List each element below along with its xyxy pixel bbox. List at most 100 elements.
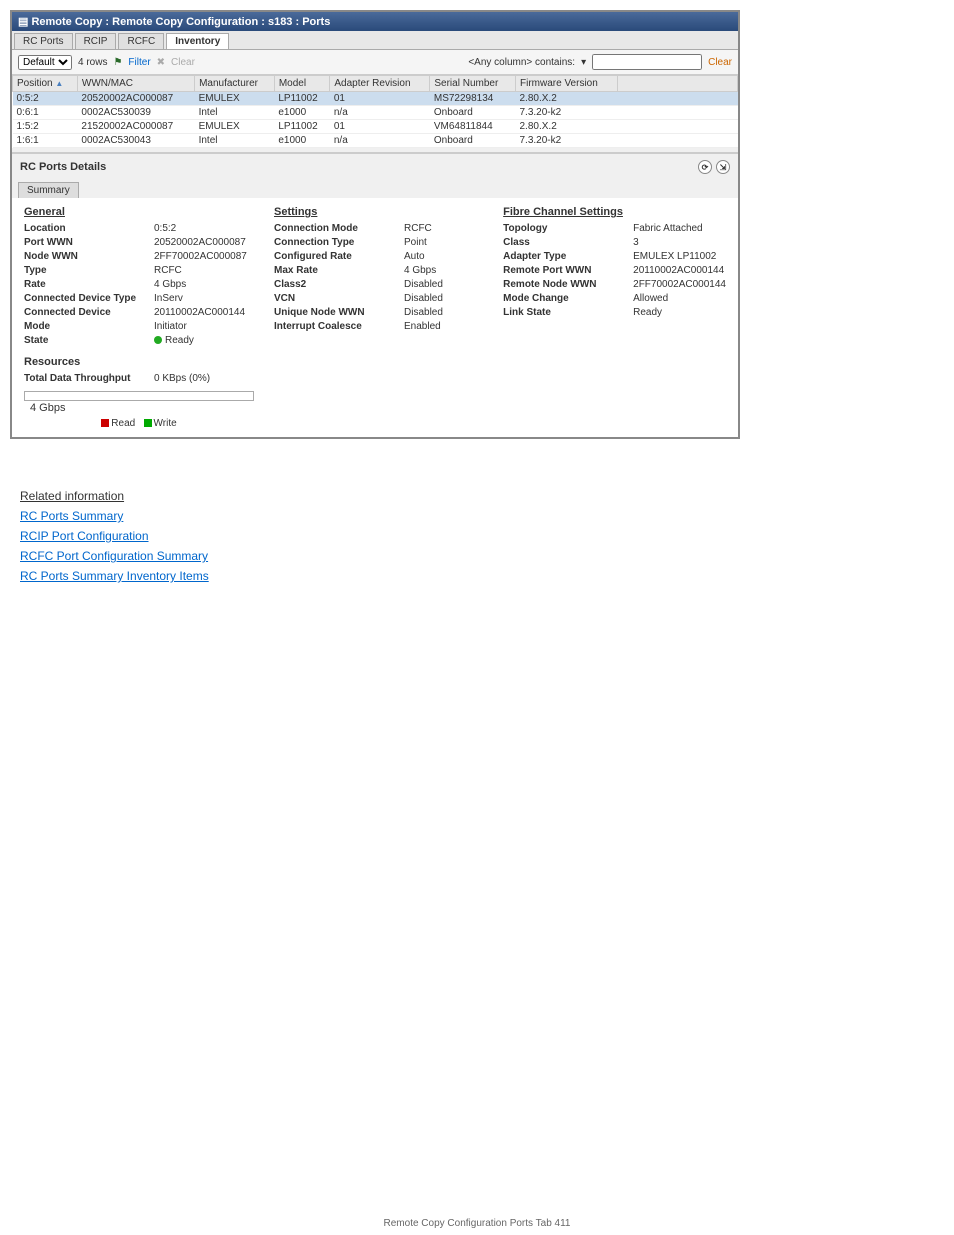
view-select[interactable]: Default <box>18 55 72 70</box>
kv-key: Connection Type <box>274 236 404 250</box>
throughput-value: 0 KBps (0%) <box>154 372 254 386</box>
kv-key: Topology <box>503 222 633 236</box>
col-manufacturer[interactable]: Manufacturer <box>195 76 275 92</box>
subtab-summary[interactable]: Summary <box>18 182 79 198</box>
tab-rcfc[interactable]: RCFC <box>118 33 164 49</box>
rowcount: 4 rows <box>78 57 107 68</box>
footer-text: Remote Copy Configuration Ports Tab 411 <box>384 1218 571 1229</box>
legend-write: Write <box>154 418 177 429</box>
cell: 0:5:2 <box>13 92 78 106</box>
kv-val: 2FF70002AC000144 <box>633 278 726 292</box>
clear-icon: ✖ <box>157 57 165 68</box>
col-general: General Location0:5:2Port WWN20520002AC0… <box>24 206 254 429</box>
table-row[interactable]: 0:6:10002AC530039Intele1000n/aOnboard7.3… <box>13 106 738 120</box>
cell: 1:5:2 <box>13 120 78 134</box>
throughput-bar-row: 4 Gbps <box>24 390 254 414</box>
related-link[interactable]: RC Ports Summary <box>20 509 700 523</box>
related-link[interactable]: RCIP Port Configuration <box>20 529 700 543</box>
kv-key: Adapter Type <box>503 250 633 264</box>
col-serial[interactable]: Serial Number <box>430 76 516 92</box>
search-input[interactable] <box>592 54 702 70</box>
cell: Intel <box>195 134 275 148</box>
kv-val: 4 Gbps <box>404 264 483 278</box>
table-row[interactable]: 0:5:220520002AC000087EMULEXLP1100201MS72… <box>13 92 738 106</box>
table-row[interactable]: 1:6:10002AC530043Intele1000n/aOnboard7.3… <box>13 134 738 148</box>
kv-key: State <box>24 334 154 348</box>
kv-val: Disabled <box>404 278 483 292</box>
tab-inventory[interactable]: Inventory <box>166 33 229 49</box>
cell: LP11002 <box>274 92 330 106</box>
cell: EMULEX <box>195 120 275 134</box>
kv-row: Link StateReady <box>503 306 726 320</box>
kv-key: Max Rate <box>274 264 404 278</box>
kv-row: Interrupt CoalesceEnabled <box>274 320 483 334</box>
kv-val: RCFC <box>154 264 254 278</box>
tab-rcports[interactable]: RC Ports <box>14 33 73 49</box>
cell: e1000 <box>274 106 330 120</box>
kv-key: Mode <box>24 320 154 334</box>
kv-val: 20520002AC000087 <box>154 236 254 250</box>
cell: 7.3.20-k2 <box>516 106 618 120</box>
kv-row: Max Rate4 Gbps <box>274 264 483 278</box>
clear-search-link[interactable]: Clear <box>708 57 732 68</box>
kv-key: Unique Node WWN <box>274 306 404 320</box>
col-wwnmac[interactable]: WWN/MAC <box>77 76 194 92</box>
kv-key: Type <box>24 264 154 278</box>
kv-key: VCN <box>274 292 404 306</box>
kv-val: Initiator <box>154 320 254 334</box>
cell: n/a <box>330 106 430 120</box>
details-title: RC Ports Details <box>20 161 106 173</box>
top-tabs: RC Ports RCIP RCFC Inventory <box>12 31 738 50</box>
kv-row: Port WWN20520002AC000087 <box>24 236 254 250</box>
cell: 20520002AC000087 <box>77 92 194 106</box>
dropdown-arrow-icon[interactable]: ▾ <box>581 57 586 68</box>
page-footer: Remote Copy Configuration Ports Tab 411 <box>0 1218 954 1229</box>
app-window: ▤ Remote Copy : Remote Copy Configuratio… <box>10 10 740 439</box>
tab-rcip[interactable]: RCIP <box>75 33 117 49</box>
kv-key: Link State <box>503 306 633 320</box>
cell: 21520002AC000087 <box>77 120 194 134</box>
kv-row: Connection ModeRCFC <box>274 222 483 236</box>
kv-key: Mode Change <box>503 292 633 306</box>
kv-row: ModeInitiator <box>24 320 254 334</box>
cell: LP11002 <box>274 120 330 134</box>
filter-link[interactable]: Filter <box>128 57 150 68</box>
kv-key: Connection Mode <box>274 222 404 236</box>
kv-val: Fabric Attached <box>633 222 726 236</box>
cell: Onboard <box>430 106 516 120</box>
kv-val: Ready <box>154 334 254 348</box>
kv-val: RCFC <box>404 222 483 236</box>
resources-header: Resources <box>24 356 254 368</box>
cell: 01 <box>330 92 430 106</box>
kv-row: Class3 <box>503 236 726 250</box>
ports-table: Position ▲ WWN/MAC Manufacturer Model Ad… <box>12 75 738 148</box>
sort-asc-icon: ▲ <box>55 79 63 88</box>
cell: Intel <box>195 106 275 120</box>
related-link[interactable]: RC Ports Summary Inventory Items <box>20 569 700 583</box>
col-spacer <box>618 76 738 92</box>
expand-icon[interactable]: ⇲ <box>716 160 730 174</box>
settings-header: Settings <box>274 206 483 218</box>
kv-key: Connected Device <box>24 306 154 320</box>
kv-key: Interrupt Coalesce <box>274 320 404 334</box>
col-adapter-rev[interactable]: Adapter Revision <box>330 76 430 92</box>
related-link[interactable]: RCFC Port Configuration Summary <box>20 549 700 563</box>
kv-key: Connected Device Type <box>24 292 154 306</box>
col-firmware[interactable]: Firmware Version <box>516 76 618 92</box>
col-position[interactable]: Position ▲ <box>13 76 78 92</box>
toolbar: Default 4 rows ⚑ Filter ✖ Clear <Any col… <box>12 50 738 75</box>
col-fc: Fibre Channel Settings TopologyFabric At… <box>503 206 726 429</box>
cell: 0002AC530043 <box>77 134 194 148</box>
kv-row: VCNDisabled <box>274 292 483 306</box>
col-model[interactable]: Model <box>274 76 330 92</box>
kv-key: Remote Node WWN <box>503 278 633 292</box>
kv-val: 20110002AC000144 <box>154 306 254 320</box>
refresh-icon[interactable]: ⟳ <box>698 160 712 174</box>
table-row[interactable]: 1:5:221520002AC000087EMULEXLP1100201VM64… <box>13 120 738 134</box>
details-pane: General Location0:5:2Port WWN20520002AC0… <box>12 198 738 437</box>
details-header: RC Ports Details ⟳ ⇲ <box>12 153 738 180</box>
kv-val: Disabled <box>404 306 483 320</box>
kv-key: Port WWN <box>24 236 154 250</box>
kv-row: Class2Disabled <box>274 278 483 292</box>
kv-val: Auto <box>404 250 483 264</box>
